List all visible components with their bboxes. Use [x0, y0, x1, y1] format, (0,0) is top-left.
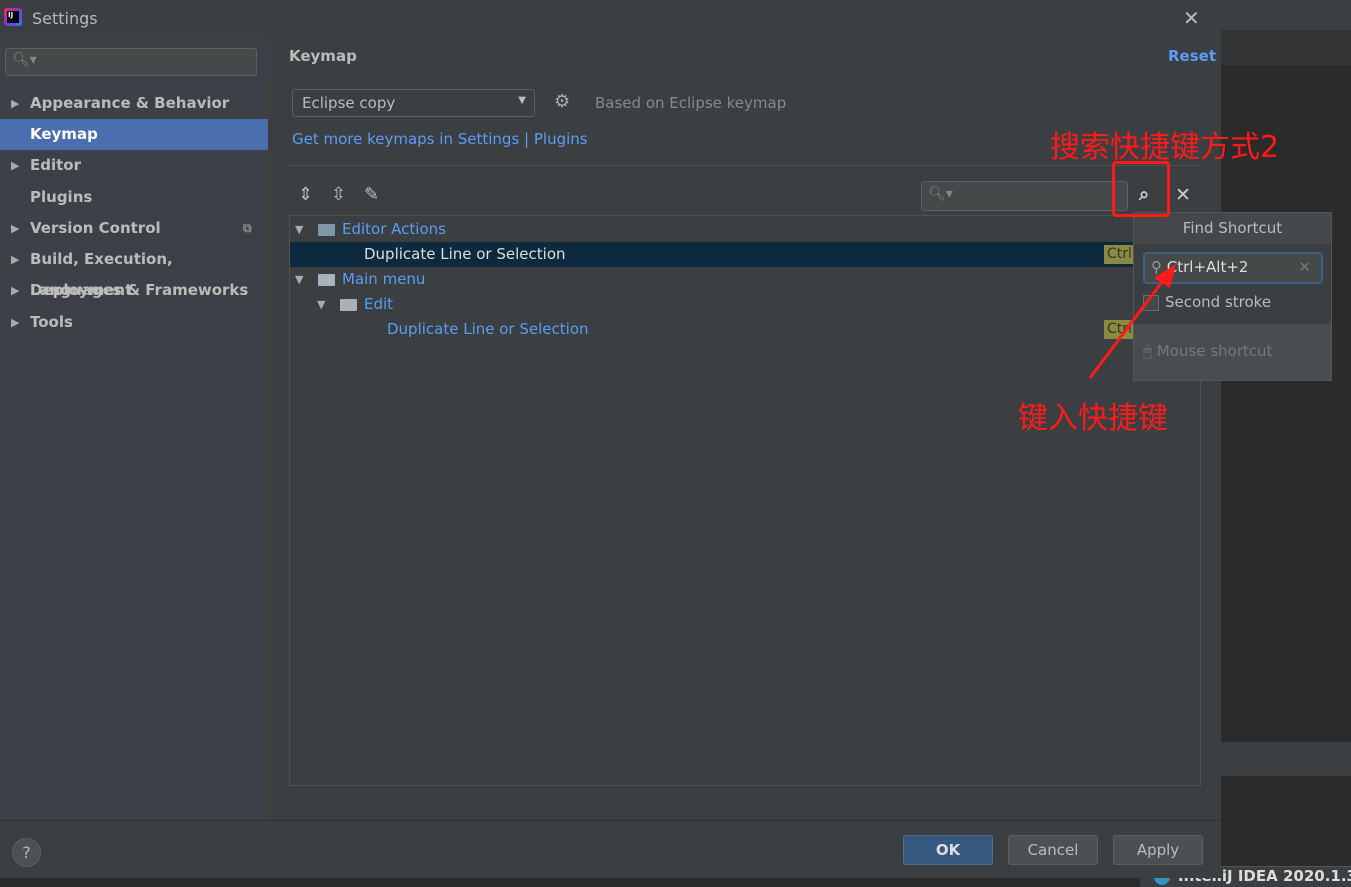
window-title: Settings — [32, 9, 98, 28]
expand-arrow-icon: ▶ — [11, 159, 20, 172]
keymap-select[interactable]: Eclipse copy ▼ — [292, 89, 535, 117]
popup-title: Find Shortcut — [1134, 213, 1331, 244]
keymap-links: Get more keymaps in Settings | Plugins — [292, 130, 588, 148]
copy-icon: ⧉ — [243, 221, 252, 235]
sidebar-item-languages[interactable]: ▶ Languages & Frameworks — [0, 275, 268, 306]
gear-icon[interactable]: ⚙ — [554, 91, 570, 112]
reset-link[interactable]: Reset — [1168, 47, 1216, 65]
tree-row[interactable]: ▼ Editor Actions — [290, 217, 1200, 242]
keymap-value: Eclipse copy — [302, 94, 396, 112]
folder-icon — [318, 224, 335, 236]
collapse-all-icon[interactable]: ⇳ — [331, 184, 346, 205]
expand-all-icon[interactable]: ⇕ — [298, 184, 313, 205]
search-icon: 🔍︎▾ — [12, 52, 37, 68]
tree-row[interactable]: Duplicate Line or Selection Ctrl — [290, 242, 1200, 267]
cancel-button[interactable]: Cancel — [1008, 835, 1098, 865]
help-button[interactable]: ? — [12, 838, 41, 867]
tree-label: Editor Actions — [342, 220, 446, 238]
tree-label: Duplicate Line or Selection — [387, 320, 589, 338]
tree-label: Duplicate Line or Selection — [364, 245, 566, 263]
action-tree: ▼ Editor Actions Duplicate Line or Select… — [289, 215, 1201, 786]
annotation-text-bottom: 键入快捷键 — [1018, 401, 1168, 436]
expand-arrow-icon: ▶ — [11, 253, 20, 266]
chevron-down-icon: ▼ — [518, 95, 526, 106]
sidebar-item-label: Keymap — [30, 125, 98, 143]
clear-icon[interactable]: ✕ — [1298, 258, 1311, 276]
sidebar-item-label: Appearance & Behavior — [30, 94, 230, 112]
expand-arrow-icon: ▶ — [11, 284, 20, 297]
sidebar-item-build[interactable]: ▶ Build, Execution, Deployment — [0, 244, 268, 299]
search-icon: 🔍︎▾ — [928, 186, 953, 202]
close-icon[interactable]: ✕ — [1183, 6, 1200, 30]
sidebar-item-label: Plugins — [30, 188, 93, 206]
page-title: Keymap — [289, 47, 357, 65]
sidebar-item-keymap[interactable]: Keymap — [0, 119, 268, 150]
annotation-arrow — [1088, 264, 1176, 379]
title-bar: IJ Settings ✕ — [0, 0, 1221, 36]
sidebar-item-label: Editor — [30, 156, 81, 174]
sidebar-item-tools[interactable]: ▶ Tools — [0, 307, 268, 338]
tree-row[interactable]: Duplicate Line or Selection Ctrl — [290, 317, 1200, 342]
sidebar-item-appearance[interactable]: ▶ Appearance & Behavior — [0, 88, 268, 119]
folder-icon — [340, 299, 357, 311]
clear-filter-icon[interactable]: ✕ — [1175, 184, 1191, 206]
annotation-text-top: 搜索快捷键方式2 — [1050, 130, 1280, 165]
tree-label: Edit — [364, 295, 394, 313]
tree-row[interactable]: ▼ Edit — [290, 292, 1200, 317]
action-search-input[interactable]: 🔍︎▾ — [921, 181, 1128, 211]
apply-button[interactable]: Apply — [1113, 835, 1203, 865]
sidebar-item-version-control[interactable]: ▶ Version Control ⧉ — [0, 213, 268, 244]
based-on-label: Based on Eclipse keymap — [595, 94, 787, 112]
expand-arrow-icon: ▶ — [11, 222, 20, 235]
annotation-highlight-box — [1112, 161, 1170, 217]
ok-button[interactable]: OK — [903, 835, 993, 865]
intellij-logo-icon: IJ — [4, 8, 22, 26]
tree-row[interactable]: ▼ Main menu — [290, 267, 1200, 292]
expand-arrow-icon: ▶ — [11, 316, 20, 329]
edit-icon[interactable]: ✎ — [364, 184, 379, 205]
plugins-link[interactable]: Plugins — [534, 130, 588, 148]
tree-label: Main menu — [342, 270, 426, 288]
settings-link[interactable]: Get more keymaps in Settings — [292, 130, 519, 148]
menu-icon — [318, 274, 335, 286]
sidebar: 🔍︎▾ ▶ Appearance & Behavior Keymap ▶ Edito… — [0, 36, 268, 820]
settings-dialog: IJ Settings ✕ 🔍︎▾ ▶ Appearance & Behavior… — [0, 0, 1221, 878]
sidebar-item-editor[interactable]: ▶ Editor — [0, 150, 268, 181]
sidebar-item-plugins[interactable]: Plugins — [0, 182, 268, 213]
button-bar: ? OK Cancel Apply — [0, 820, 1221, 878]
expand-arrow-icon: ▶ — [11, 97, 20, 110]
sidebar-search-input[interactable]: 🔍︎▾ — [5, 48, 257, 76]
link-separator: | — [519, 130, 534, 148]
sidebar-item-label: Tools — [30, 313, 73, 331]
sidebar-item-label: Version Control — [30, 219, 161, 237]
sidebar-item-label: Languages & Frameworks — [30, 281, 249, 299]
